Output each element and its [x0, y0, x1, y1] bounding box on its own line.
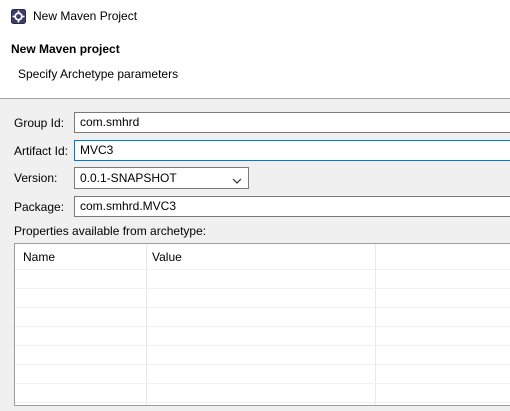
- artifact-id-label: Artifact Id:: [14, 144, 69, 158]
- chevron-down-icon: [232, 174, 242, 184]
- group-id-label: Group Id:: [14, 116, 65, 130]
- table-row: [15, 383, 510, 384]
- group-id-field[interactable]: com.smhrd: [74, 112, 510, 133]
- table-row: [15, 345, 510, 346]
- table-row: [15, 307, 510, 308]
- properties-table[interactable]: Name Value: [14, 243, 510, 406]
- version-label: Version:: [14, 171, 58, 185]
- artifact-id-field[interactable]: MVC3: [74, 140, 510, 161]
- column-header-name[interactable]: Name: [23, 250, 55, 264]
- table-row: [15, 326, 510, 327]
- table-row: [15, 288, 510, 289]
- package-label: Package:: [14, 200, 65, 214]
- version-select-value: 0.0.1-SNAPSHOT: [80, 171, 177, 185]
- page-subtitle: Specify Archetype parameters: [18, 67, 179, 81]
- version-select[interactable]: 0.0.1-SNAPSHOT: [74, 167, 249, 189]
- table-row: [15, 402, 510, 403]
- table-row: [15, 269, 510, 270]
- page-title: New Maven project: [11, 42, 120, 56]
- properties-label: Properties available from archetype:: [14, 224, 207, 238]
- wizard-header: New Maven project Specify Archetype para…: [0, 34, 510, 98]
- window-title: New Maven Project: [33, 9, 138, 23]
- column-header-value[interactable]: Value: [152, 250, 182, 264]
- package-field[interactable]: com.smhrd.MVC3: [74, 196, 510, 217]
- header-separator: [0, 98, 510, 99]
- maven-wizard-icon: [11, 9, 26, 24]
- table-row: [15, 364, 510, 365]
- title-bar: New Maven Project: [0, 0, 510, 34]
